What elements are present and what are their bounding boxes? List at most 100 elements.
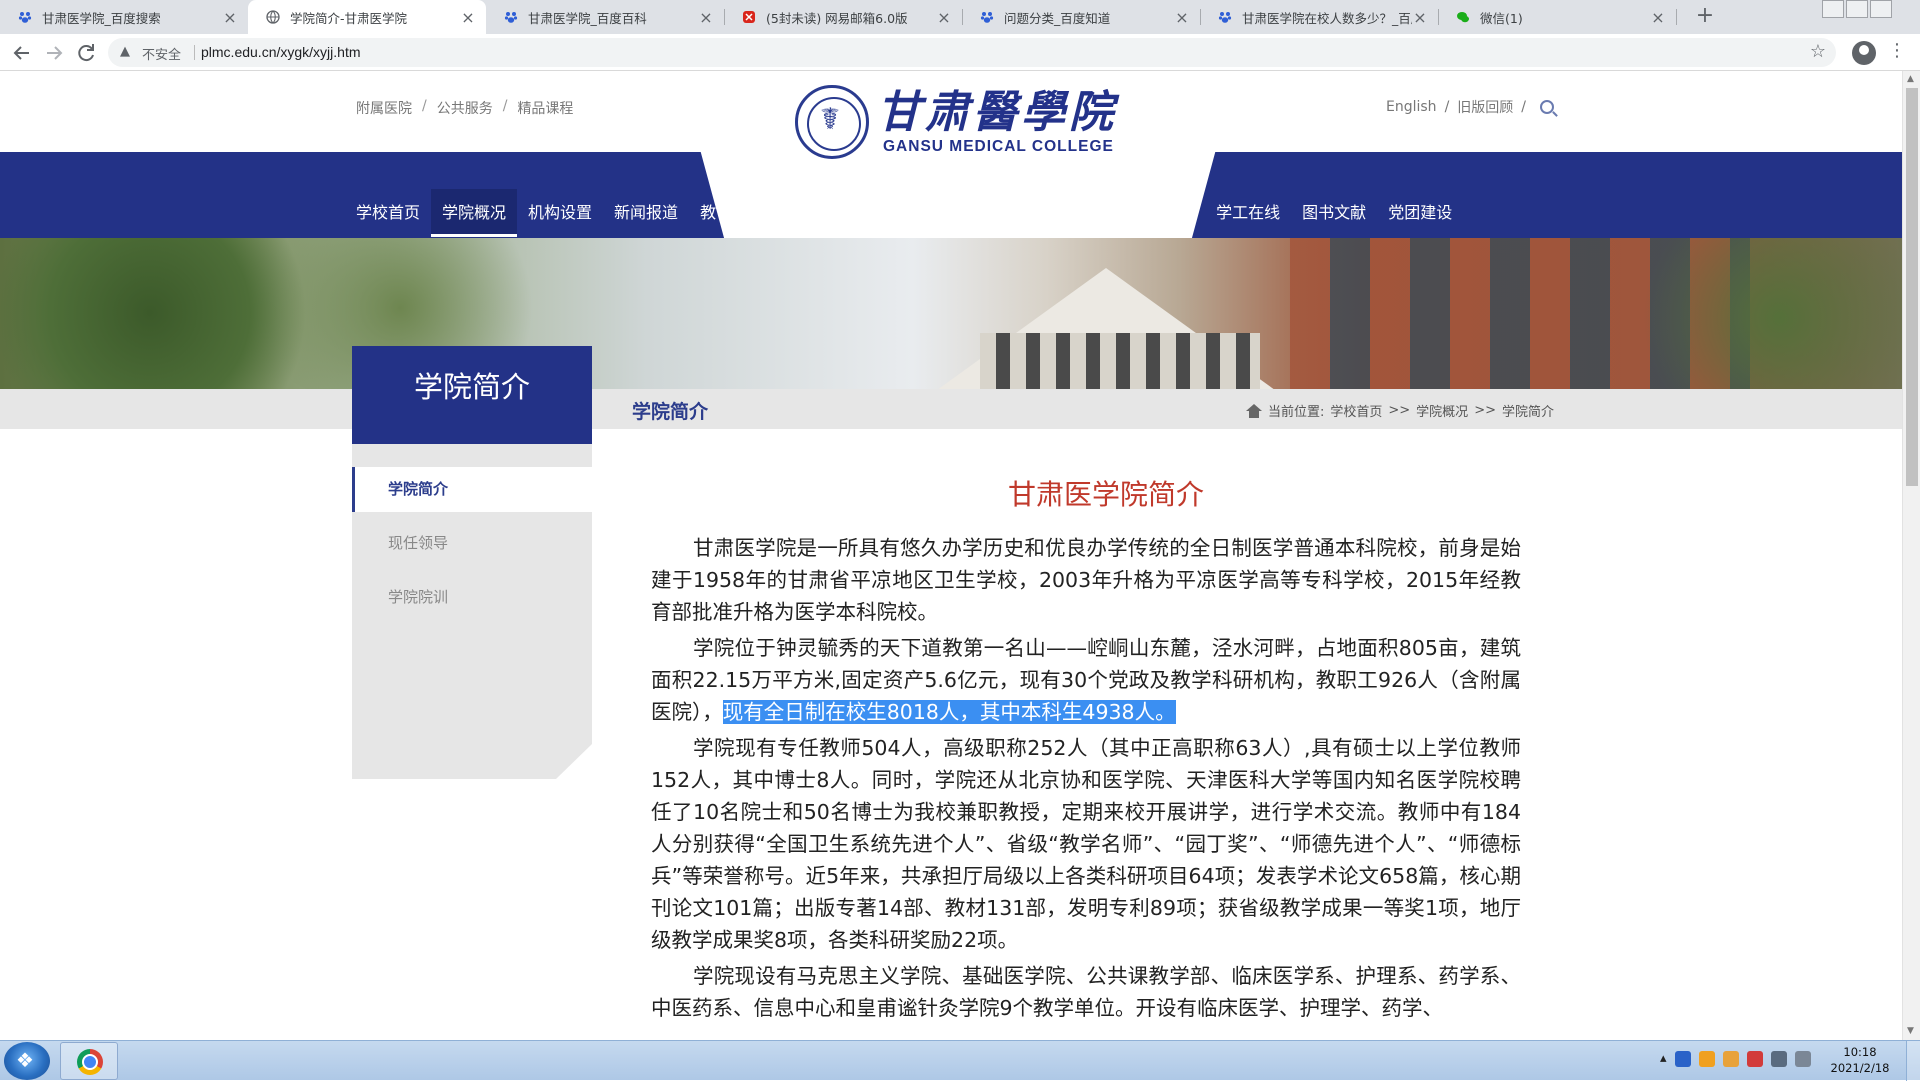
close-icon[interactable]: ×	[936, 8, 952, 27]
nav-item-admissions[interactable]: 招生就业	[947, 189, 1033, 237]
header-quick-links: 附属医院 / 公共服务 / 精品课程	[356, 98, 573, 118]
address-bar[interactable]: ▲ 不安全 plmc.edu.cn/xygk/xyjj.htm ☆	[108, 38, 1836, 67]
tab-title: 微信(1)	[1480, 10, 1523, 26]
close-icon[interactable]: ×	[1650, 8, 1666, 27]
home-icon	[1245, 403, 1262, 418]
link-quality-courses[interactable]: 精品课程	[517, 98, 573, 118]
article-title: 甘肃医学院简介	[1007, 478, 1204, 511]
tab-wechat[interactable]: 微信(1) ×	[1438, 0, 1676, 34]
nav-item-overview[interactable]: 学院概况	[431, 189, 518, 237]
minimize-button[interactable]	[1822, 0, 1844, 18]
url-text[interactable]: plmc.edu.cn/xygk/xyjj.htm	[201, 44, 361, 60]
selected-text-highlight[interactable]: 现有全日制在校生8018人，其中本科生4938人。	[722, 700, 1176, 724]
nav-item-education[interactable]: 教育教学	[689, 189, 775, 237]
folder-icon[interactable]	[1722, 1051, 1739, 1067]
warning-icon: ▲	[120, 44, 130, 59]
main-nav: 学校首页 学院概况 机构设置 新闻报道 教育教学 继续教育 科学研究 招生就业 …	[345, 189, 1463, 237]
security-label: 不安全	[142, 48, 182, 63]
back-button[interactable]	[10, 41, 34, 65]
close-icon[interactable]: ×	[698, 8, 714, 27]
page-scrollbar[interactable]: ▲ ▼	[1902, 71, 1920, 1040]
site-logo[interactable]: 甘肃醫學院 GANSU MEDICAL COLLEGE	[795, 85, 1117, 159]
flag-icon[interactable]	[1746, 1051, 1763, 1067]
close-window-button[interactable]	[1870, 0, 1892, 18]
side-item-leadership[interactable]: 现任领导	[352, 521, 592, 566]
security-shield-icon[interactable]	[1674, 1051, 1691, 1067]
forward-button[interactable]	[42, 41, 66, 65]
browser-tabstrip: 甘肃医学院_百度搜索 × 学院简介-甘肃医学院 × 甘肃医学院_百度百科 × (…	[0, 0, 1920, 34]
link-public-service[interactable]: 公共服务	[437, 98, 493, 118]
article-paragraph: 学院现设有马克思主义学院、基础医学院、公共课教学部、临床医学系、护理系、药学系、…	[651, 964, 1521, 1020]
baidu-paw-icon	[18, 12, 32, 23]
nav-item-party-league[interactable]: 党团建设	[1377, 189, 1463, 237]
maximize-button[interactable]	[1846, 0, 1868, 18]
link-affiliated-hospital[interactable]: 附属医院	[356, 98, 412, 118]
close-icon[interactable]: ×	[460, 8, 476, 27]
clock-date: 2021/2/18	[1830, 1061, 1890, 1075]
logo-chinese-name: 甘肃醫學院	[877, 87, 1117, 138]
link-old-version[interactable]: 旧版回顾	[1457, 97, 1513, 117]
tab-divider	[1438, 9, 1439, 25]
start-button[interactable]	[4, 1042, 50, 1080]
tab-divider	[1200, 9, 1201, 25]
close-icon[interactable]: ×	[1174, 8, 1190, 27]
scrollbar-thumb[interactable]	[1906, 88, 1918, 486]
windows-taskbar: ▴ 10:18 2021/2/18	[0, 1040, 1920, 1081]
new-tab-button[interactable]: +	[1692, 4, 1718, 30]
nav-item-research[interactable]: 科学研究	[861, 189, 947, 237]
netease-mail-icon	[743, 11, 755, 23]
content-section-title: 学院简介	[632, 401, 709, 423]
side-section-title: 学院简介	[413, 370, 530, 404]
reload-button[interactable]	[74, 41, 98, 65]
nav-item-organization[interactable]: 机构设置	[517, 189, 603, 237]
tab-baidu-search[interactable]: 甘肃医学院_百度搜索 ×	[0, 0, 248, 34]
taskbar-clock[interactable]: 10:18 2021/2/18	[1820, 1044, 1900, 1076]
link-separator: /	[422, 98, 427, 114]
tab-divider	[724, 9, 725, 25]
search-icon[interactable]	[1540, 100, 1554, 114]
tab-netease-mail[interactable]: (5封未读) 网易邮箱6.0版 ×	[724, 0, 962, 34]
nav-item-student-affairs[interactable]: 学工在线	[1205, 189, 1291, 237]
nav-item-departments[interactable]: 系部动态	[1119, 189, 1205, 237]
campus-banner-image	[0, 238, 1902, 389]
breadcrumb-item[interactable]: 学院概况	[1416, 401, 1468, 420]
link-separator: /	[502, 98, 508, 114]
profile-avatar-icon[interactable]	[1852, 41, 1876, 65]
tray-app-icon[interactable]	[1698, 1051, 1715, 1067]
nav-item-home[interactable]: 学校首页	[345, 189, 431, 237]
nav-item-library[interactable]: 图书文献	[1291, 189, 1377, 237]
breadcrumb-item[interactable]: 学校首页	[1330, 401, 1382, 420]
close-icon[interactable]: ×	[222, 8, 238, 27]
scroll-up-arrow-icon[interactable]: ▲	[1907, 74, 1914, 84]
nav-item-continuing-education[interactable]: 继续教育	[775, 189, 861, 237]
breadcrumb-item[interactable]: 学院简介	[1502, 401, 1554, 420]
close-icon[interactable]: ×	[1412, 8, 1428, 27]
wechat-icon	[1457, 12, 1469, 23]
tab-baidu-zhidao[interactable]: 问题分类_百度知道 ×	[962, 0, 1200, 34]
globe-icon	[266, 10, 280, 24]
link-english[interactable]: English	[1386, 99, 1437, 115]
scroll-down-arrow-icon[interactable]: ▼	[1907, 1026, 1914, 1036]
nav-item-news[interactable]: 新闻报道	[603, 189, 689, 237]
tray-expand-icon[interactable]: ▴	[1660, 1051, 1667, 1067]
side-item-motto[interactable]: 学院院训	[352, 575, 592, 620]
taskbar-chrome-button[interactable]	[60, 1042, 118, 1080]
side-title-box: 学院简介	[352, 346, 592, 444]
show-desktop-button[interactable]	[1906, 1041, 1920, 1081]
tab-baidu-baike[interactable]: 甘肃医学院_百度百科 ×	[486, 0, 724, 34]
tab-divider	[1676, 9, 1677, 25]
article: 甘肃医学院简介 甘肃医学院是一所具有悠久办学历史和优良办学传统的全日制医学普通本…	[651, 476, 1521, 1028]
side-item-college-intro[interactable]: 学院简介	[352, 467, 592, 512]
tab-baidu-students[interactable]: 甘肃医学院在校人数多少？_百度 ×	[1200, 0, 1438, 34]
window-controls	[1820, 0, 1892, 22]
side-menu: 学院简介 现任领导 学院院训	[352, 444, 592, 779]
browser-menu-icon[interactable]: ⋮	[1888, 40, 1906, 61]
page-viewport: 附属医院 / 公共服务 / 精品课程 甘肃醫學院 GANSU MEDICAL C…	[0, 71, 1902, 1040]
tab-college-intro[interactable]: 学院简介-甘肃医学院 ×	[248, 0, 486, 34]
nav-item-faculty[interactable]: 师资队伍	[1033, 189, 1119, 237]
tab-title: 甘肃医学院_百度百科	[528, 10, 647, 26]
volume-icon[interactable]	[1794, 1051, 1811, 1067]
network-icon[interactable]	[1770, 1051, 1787, 1067]
header-utility-links: English / 旧版回顾 /	[1386, 97, 1554, 117]
bookmark-star-icon[interactable]: ☆	[1810, 41, 1826, 62]
